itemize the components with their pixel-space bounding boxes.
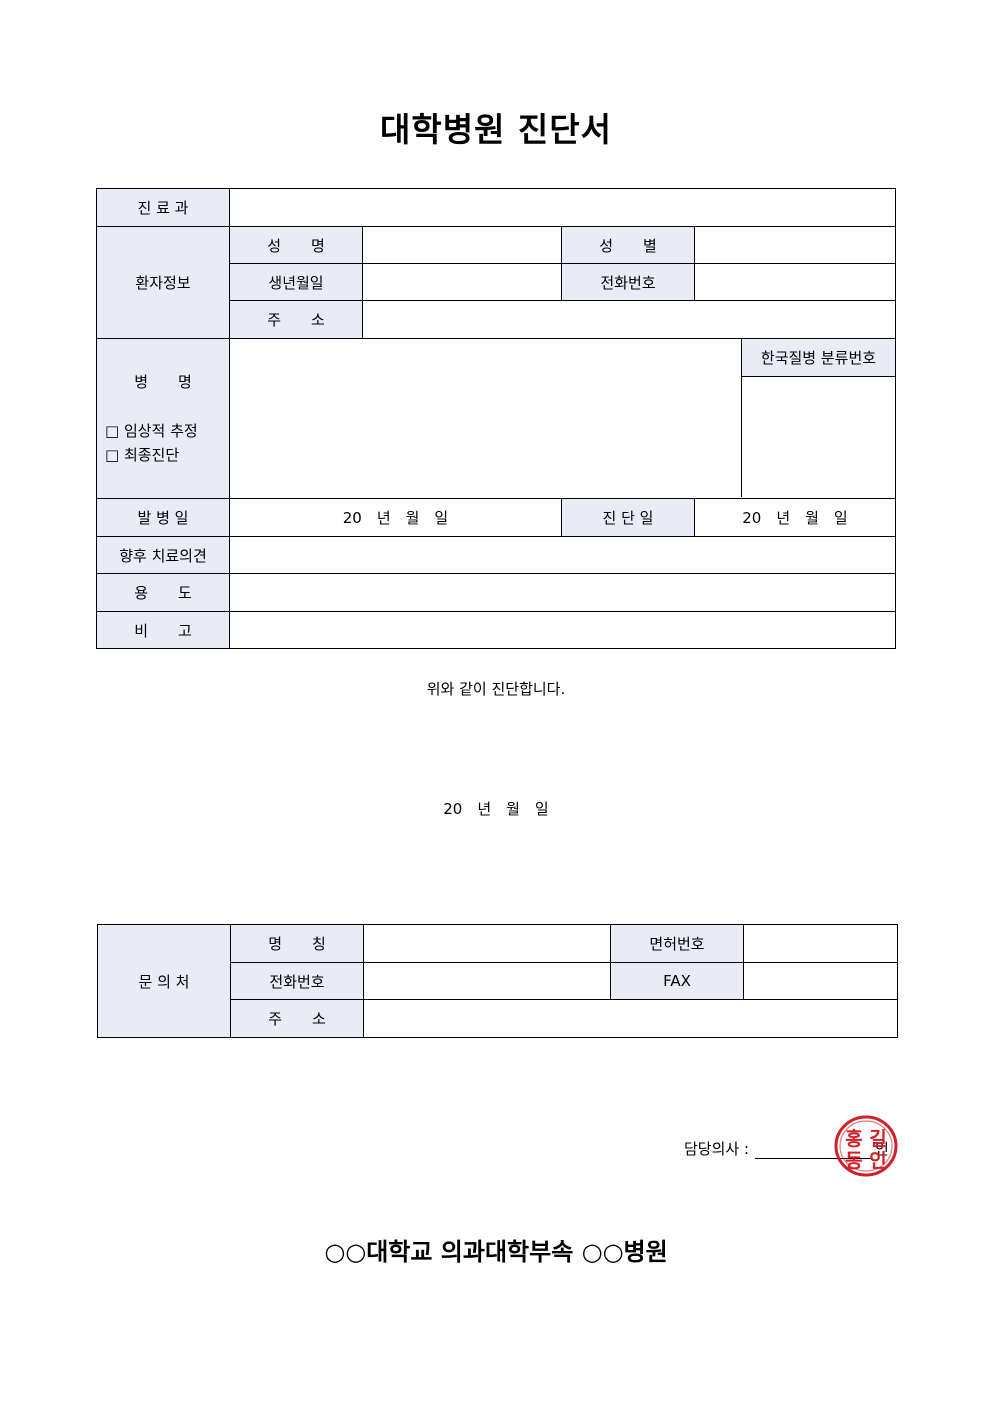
diagnosis-label: 병 명: [134, 373, 192, 391]
svg-text:동: 동: [845, 1150, 862, 1172]
birthdate-label: 생년월일: [229, 263, 363, 301]
address-label: 주 소: [229, 300, 363, 339]
contact-phone-label: 전화번호: [230, 962, 364, 1000]
org-name-label: 명 칭: [230, 924, 364, 963]
onset-date-field[interactable]: 20 년 월 일: [229, 498, 562, 537]
svg-text:인: 인: [869, 1150, 886, 1172]
phone-field[interactable]: [694, 263, 896, 301]
hospital-name: ○○대학교 의과대학부속 ○○병원: [324, 1238, 668, 1266]
kcd-field[interactable]: [742, 377, 895, 497]
treatment-opinion-label: 향후 치료의견: [96, 536, 230, 574]
treatment-opinion-field[interactable]: [229, 536, 896, 574]
diagnosis-label-cell: 병 명 □ 임상적 추정 □ 최종진단: [96, 338, 230, 499]
contact-address-label: 주 소: [230, 999, 364, 1038]
patient-info-label: 환자정보: [96, 226, 230, 339]
department-field[interactable]: [229, 188, 896, 227]
sex-field[interactable]: [694, 226, 896, 264]
svg-text:길: 길: [869, 1128, 886, 1150]
diagnosis-field[interactable]: [230, 339, 741, 497]
sex-label: 성 별: [561, 226, 695, 264]
address-field[interactable]: [362, 300, 896, 339]
kcd-box: 한국질병 분류번호: [741, 339, 895, 497]
kcd-label: 한국질병 분류번호: [742, 339, 895, 377]
license-number-label: 면허번호: [610, 924, 744, 963]
birthdate-field[interactable]: [362, 263, 562, 301]
contact-table: 문 의 처 명 칭 면허번호 전화번호 FAX 주 소: [97, 924, 898, 1038]
contact-address-field[interactable]: [363, 999, 898, 1038]
remarks-label: 비 고: [96, 611, 230, 649]
name-label: 성 명: [229, 226, 363, 264]
diagnosis-statement: 위와 같이 진단합니다.: [426, 680, 566, 698]
phone-label: 전화번호: [561, 263, 695, 301]
diagnosis-date-field[interactable]: 20 년 월 일: [694, 498, 896, 537]
final-diagnosis-checkbox[interactable]: □ 최종진단: [105, 443, 198, 467]
remarks-field[interactable]: [229, 611, 896, 649]
diagnosis-area: 한국질병 분류번호: [229, 338, 896, 499]
fax-label: FAX: [610, 962, 744, 1000]
department-label: 진 료 과: [96, 188, 230, 227]
svg-text:홍: 홍: [845, 1127, 862, 1150]
org-name-field[interactable]: [363, 924, 611, 963]
purpose-field[interactable]: [229, 573, 896, 612]
diagnosis-form-table: 진 료 과 환자정보 성 명 성 별 생년월일 전화번호 주 소 병 명 □ 임…: [96, 188, 896, 649]
name-field[interactable]: [362, 226, 562, 264]
document-title: 대학병원 진단서: [379, 110, 612, 149]
onset-date-label: 발 병 일: [96, 498, 230, 537]
issue-date: 20 년 월 일: [443, 800, 549, 818]
diagnosis-date-label: 진 단 일: [561, 498, 695, 537]
seal-stamp-icon: 홍 길 동 인: [834, 1115, 898, 1177]
inquiry-label: 문 의 처: [97, 924, 231, 1038]
purpose-label: 용 도: [96, 573, 230, 612]
license-number-field[interactable]: [743, 924, 898, 963]
contact-phone-field[interactable]: [363, 962, 611, 1000]
clinical-estimate-checkbox[interactable]: □ 임상적 추정: [105, 419, 198, 443]
doctor-label: 담당의사 :: [684, 1140, 750, 1158]
fax-field[interactable]: [743, 962, 898, 1000]
